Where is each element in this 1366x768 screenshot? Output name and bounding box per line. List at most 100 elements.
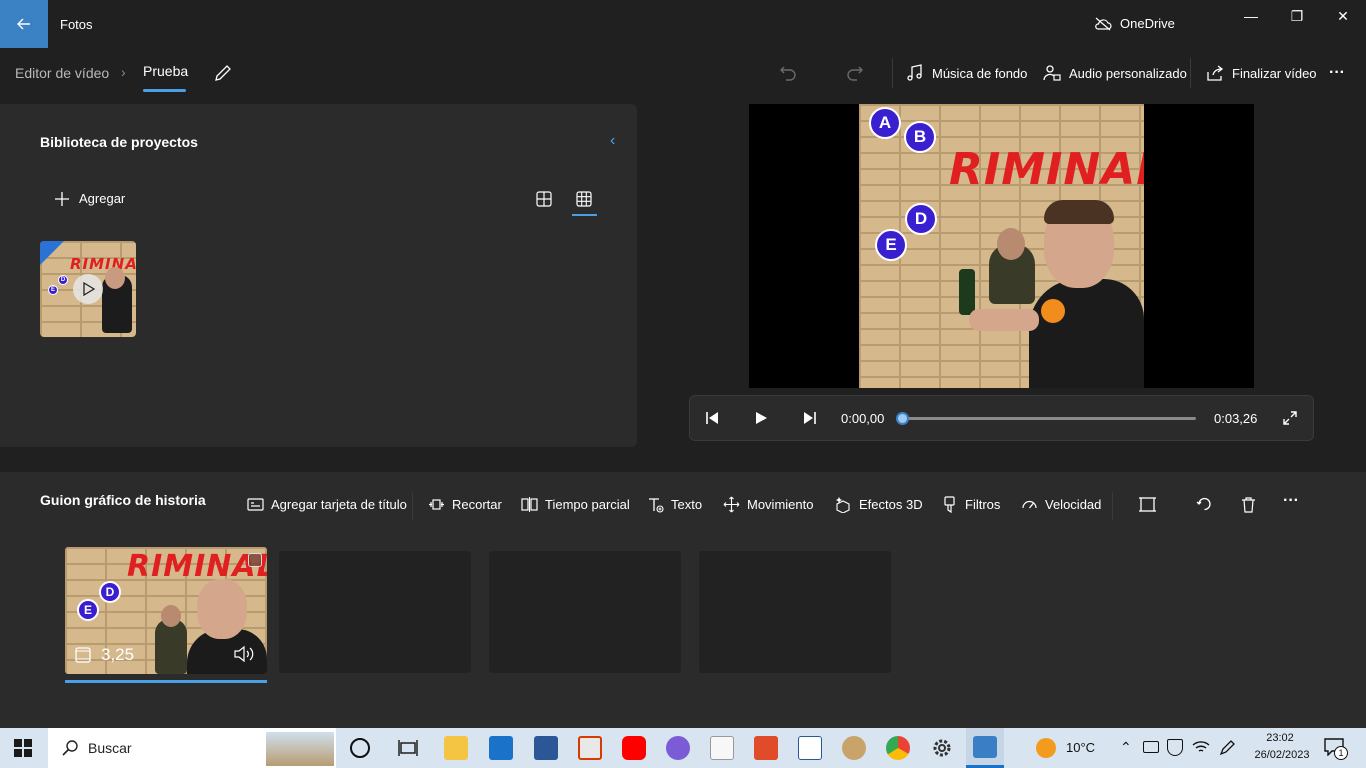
security-shield-icon[interactable] [1167, 739, 1183, 756]
taskbar-search-label: Buscar [88, 740, 132, 756]
gear-icon [933, 739, 951, 757]
onedrive-status[interactable]: OneDrive [1094, 16, 1175, 31]
custom-audio-button[interactable]: Audio personalizado [1043, 62, 1187, 84]
cortana-circle-icon[interactable] [350, 738, 370, 758]
task-view-icon [398, 740, 418, 756]
close-button[interactable]: ✕ [1320, 0, 1366, 32]
grid-view-dense-button[interactable] [576, 191, 592, 207]
playback-bar: 0:00,00 0:03,26 [689, 395, 1314, 441]
show-hidden-icons-chevron-icon[interactable]: ⌃ [1120, 739, 1132, 756]
redo-icon [847, 66, 863, 81]
start-button[interactable] [14, 739, 32, 762]
clip-select-checkbox[interactable] [248, 553, 262, 567]
pen-menu-button[interactable] [1218, 739, 1236, 762]
chrome-icon[interactable] [886, 736, 910, 760]
undo-button[interactable] [779, 62, 797, 84]
fullscreen-button[interactable] [1282, 410, 1298, 431]
motion-label: Movimiento [747, 497, 814, 512]
grid-view-small-button[interactable] [536, 191, 552, 207]
bubble-e: E [875, 229, 907, 261]
play-icon [83, 282, 95, 296]
add-media-button[interactable]: Agregar [55, 191, 125, 206]
task-view-button[interactable] [398, 738, 418, 763]
maximize-button[interactable]: ❐ [1274, 0, 1320, 32]
video-preview: RIMINAL A B D E [749, 104, 1254, 388]
mail-icon[interactable] [489, 736, 513, 760]
clock-date[interactable]: 26/02/2023 [1247, 749, 1317, 761]
rotate-button[interactable] [1196, 496, 1213, 513]
search-highlight-image [266, 732, 334, 766]
storyboard-clip[interactable]: RIMINAL D E 3,25 [65, 547, 267, 674]
paint-icon[interactable] [842, 736, 866, 760]
settings-taskbar-button[interactable] [930, 736, 954, 765]
collapse-library-button[interactable]: ‹ [610, 132, 615, 150]
redo-button[interactable] [846, 62, 864, 84]
play-overlay-button[interactable] [73, 274, 103, 304]
youtube-icon[interactable] [622, 736, 646, 760]
person-head [105, 267, 125, 289]
copilot-icon[interactable] [666, 736, 690, 760]
library-media-thumbnail[interactable]: RIMINAL D E [40, 241, 136, 337]
3d-effects-button[interactable]: Efectos 3D [835, 496, 923, 513]
rename-button[interactable] [212, 62, 234, 84]
main-person-arm [969, 309, 1039, 331]
speedometer-icon [1022, 500, 1037, 509]
seek-bar[interactable] [901, 417, 1196, 420]
minimize-button[interactable]: — [1228, 0, 1274, 32]
motion-button[interactable]: Movimiento [723, 496, 813, 513]
sparkle-cube-icon [836, 497, 850, 513]
weather-sun-icon[interactable] [1036, 738, 1056, 758]
delete-button[interactable] [1240, 496, 1257, 513]
previous-frame-button[interactable] [704, 410, 720, 431]
taskbar: Buscar 10°C ⌃ 23:02 26/02/2023 1 [0, 728, 1366, 768]
more-options-button[interactable]: ··· [1329, 62, 1345, 84]
storyboard-panel: Guion gráfico de historia Agregar tarjet… [0, 472, 1366, 728]
rotate-icon [1196, 497, 1211, 511]
clock-time[interactable]: 23:02 [1262, 732, 1298, 744]
add-title-card-button[interactable]: Agregar tarjeta de título [247, 496, 407, 513]
speed-button[interactable]: Velocidad [1021, 496, 1101, 513]
motion-icon [723, 496, 740, 513]
seek-handle[interactable] [896, 412, 909, 425]
preview-frame: RIMINAL A B D E [859, 104, 1144, 388]
word-document-icon[interactable] [798, 736, 822, 760]
word-icon[interactable] [534, 736, 558, 760]
back-button[interactable] [0, 0, 48, 48]
filters-button[interactable]: Filtros [941, 496, 1000, 513]
breadcrumb-project: Prueba [143, 63, 189, 79]
weather-temperature[interactable]: 10°C [1066, 740, 1095, 755]
title-card-icon [247, 498, 264, 511]
orange-badge [1041, 299, 1065, 323]
skip-back-icon [706, 412, 718, 424]
clip-volume-button[interactable] [233, 645, 255, 668]
text-label: Texto [671, 497, 703, 512]
frame-icon [75, 647, 91, 663]
document-icon[interactable] [710, 736, 734, 760]
divider [1190, 58, 1191, 88]
split-button[interactable]: Tiempo parcial [521, 496, 630, 513]
crop-frame-icon [1139, 497, 1156, 512]
speed-label: Velocidad [1045, 497, 1102, 512]
crop-button[interactable] [1139, 496, 1156, 513]
next-frame-button[interactable] [802, 410, 818, 431]
music-note-icon [907, 64, 922, 81]
bubble-d: D [58, 275, 68, 285]
breadcrumb-editor[interactable]: Editor de vídeo [15, 65, 109, 81]
powerpoint-icon[interactable] [754, 736, 778, 760]
microsoft-store-icon[interactable] [578, 736, 602, 760]
play-button[interactable] [753, 410, 769, 431]
notifications-button[interactable]: 1 [1324, 738, 1348, 761]
text-add-icon [649, 498, 664, 513]
file-explorer-icon[interactable] [444, 736, 468, 760]
pencil-icon [215, 65, 231, 81]
photos-taskbar-button[interactable] [966, 728, 1004, 768]
finish-video-button[interactable]: Finalizar vídeo [1206, 62, 1317, 84]
text-button[interactable]: Texto [647, 496, 702, 513]
battery-icon[interactable] [1143, 741, 1159, 753]
wifi-status[interactable] [1192, 739, 1210, 760]
storyboard-more-button[interactable]: ··· [1283, 492, 1299, 510]
trim-button[interactable]: Recortar [428, 496, 502, 513]
background-music-button[interactable]: Música de fondo [906, 62, 1027, 84]
finish-video-label: Finalizar vídeo [1232, 65, 1317, 81]
library-title: Biblioteca de proyectos [40, 134, 198, 150]
